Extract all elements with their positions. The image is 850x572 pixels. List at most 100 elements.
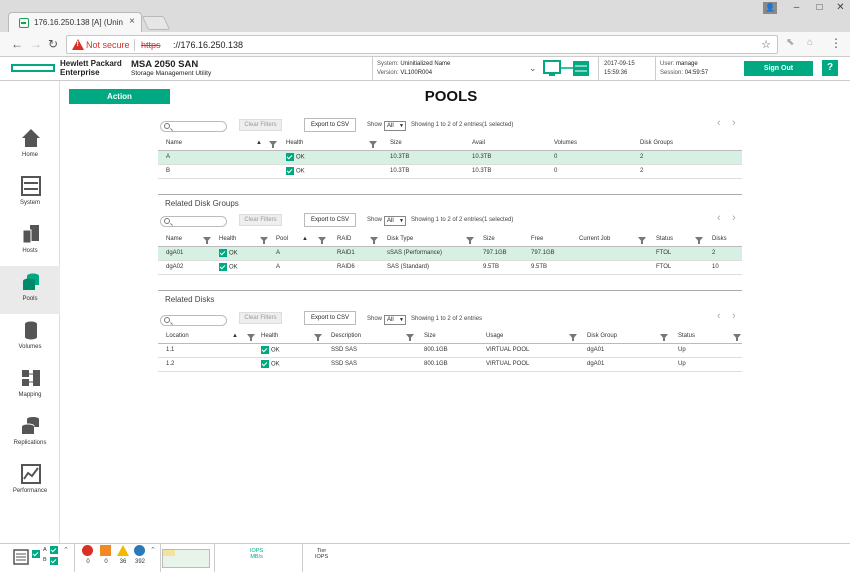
disk-groups-show-select[interactable]: All bbox=[384, 216, 406, 226]
prev-page-icon[interactable]: ‹ bbox=[717, 310, 721, 322]
col-usage[interactable]: Usage bbox=[478, 330, 579, 344]
table-row[interactable]: B OK 10.3TB 10.3TB 0 2 bbox=[158, 164, 742, 179]
warning-icon[interactable] bbox=[117, 545, 129, 556]
col-name[interactable]: Name bbox=[158, 233, 211, 247]
browser-tab[interactable]: 176.16.250.138 [A] (Unin × bbox=[8, 12, 142, 32]
nav-item-replications[interactable]: Replications bbox=[0, 410, 60, 458]
nav-item-hosts[interactable]: Hosts bbox=[0, 218, 60, 266]
chevron-down-icon[interactable]: ⌄ bbox=[529, 63, 537, 74]
filter-icon[interactable] bbox=[660, 334, 668, 341]
col-name[interactable]: Name ▲ bbox=[158, 137, 278, 151]
filter-icon[interactable] bbox=[638, 237, 646, 244]
chevron-up-icon[interactable]: ⌃ bbox=[63, 546, 69, 554]
col-raid[interactable]: RAID bbox=[329, 233, 379, 247]
error-icon[interactable] bbox=[100, 545, 111, 556]
pools-search-input[interactable] bbox=[160, 121, 227, 132]
tier-iops-label[interactable]: Tier IOPS bbox=[315, 548, 328, 560]
action-button[interactable]: Action bbox=[69, 89, 170, 104]
sort-icon[interactable]: ▲ bbox=[302, 236, 308, 242]
filter-icon[interactable] bbox=[260, 237, 268, 244]
acrobat-icon[interactable]: ⌂ bbox=[807, 37, 813, 48]
filter-icon[interactable] bbox=[733, 334, 741, 341]
enclosure-icon[interactable] bbox=[13, 549, 29, 565]
col-pool[interactable]: Pool ▲ bbox=[268, 233, 329, 247]
table-row[interactable]: 1.2 OK SSD SAS 800.1GB VIRTUAL POOL dgA0… bbox=[158, 357, 742, 372]
next-page-icon[interactable]: › bbox=[732, 310, 736, 322]
back-icon[interactable]: ← bbox=[11, 37, 23, 51]
prev-page-icon[interactable]: ‹ bbox=[717, 212, 721, 224]
col-health[interactable]: Health bbox=[278, 137, 382, 151]
filter-icon[interactable] bbox=[695, 237, 703, 244]
sign-out-button[interactable]: Sign Out bbox=[744, 61, 813, 76]
nav-item-system[interactable]: System bbox=[0, 170, 60, 218]
filter-icon[interactable] bbox=[269, 141, 277, 148]
filter-icon[interactable] bbox=[318, 237, 326, 244]
col-status[interactable]: Status bbox=[670, 330, 742, 344]
table-row[interactable]: dgA01 OK A RAID1 sSAS (Performance) 797.… bbox=[158, 246, 742, 261]
prev-page-icon[interactable]: ‹ bbox=[717, 117, 721, 129]
filter-icon[interactable] bbox=[370, 237, 378, 244]
col-size[interactable]: Size bbox=[416, 330, 478, 344]
col-disk-groups[interactable]: Disk Groups bbox=[632, 137, 742, 151]
nav-item-pools[interactable]: Pools bbox=[0, 266, 60, 314]
col-size[interactable]: Size bbox=[382, 137, 464, 151]
bookmark-star-icon[interactable]: ☆ bbox=[761, 38, 771, 51]
pools-export-csv-button[interactable]: Export to CSV bbox=[304, 118, 356, 132]
minimize-icon[interactable]: – bbox=[784, 0, 809, 16]
capacity-graph[interactable] bbox=[162, 549, 210, 568]
col-current-job[interactable]: Current Job bbox=[571, 233, 648, 247]
forward-icon[interactable]: → bbox=[30, 37, 42, 51]
disks-export-csv-button[interactable]: Export to CSV bbox=[304, 311, 356, 325]
connection-status-icon[interactable] bbox=[543, 60, 591, 77]
info-icon[interactable] bbox=[134, 545, 145, 556]
col-health[interactable]: Health bbox=[211, 233, 268, 247]
col-volumes[interactable]: Volumes bbox=[546, 137, 632, 151]
next-page-icon[interactable]: › bbox=[732, 212, 736, 224]
filter-icon[interactable] bbox=[369, 141, 377, 148]
sort-icon[interactable]: ▲ bbox=[256, 140, 262, 146]
iops-label[interactable]: IOPS MB/s bbox=[250, 548, 263, 560]
col-free[interactable]: Free bbox=[523, 233, 571, 247]
new-tab-button[interactable] bbox=[141, 16, 171, 30]
disks-clear-filters-button[interactable]: Clear Filters bbox=[239, 312, 282, 324]
col-disk-group[interactable]: Disk Group bbox=[579, 330, 670, 344]
table-row[interactable]: A OK 10.3TB 10.3TB 0 2 bbox=[158, 150, 742, 165]
col-size[interactable]: Size bbox=[475, 233, 523, 247]
next-page-icon[interactable]: › bbox=[732, 117, 736, 129]
col-disk-type[interactable]: Disk Type bbox=[379, 233, 475, 247]
reload-icon[interactable]: ↻ bbox=[48, 37, 58, 51]
nav-item-volumes[interactable]: Volumes bbox=[0, 314, 60, 362]
url-bar[interactable]: Not secure https ://176.16.250.138 ☆ bbox=[66, 35, 778, 54]
filter-icon[interactable] bbox=[314, 334, 322, 341]
col-disks[interactable]: Disks bbox=[704, 233, 742, 247]
extension-icon[interactable]: ⬉ bbox=[786, 37, 794, 48]
col-description[interactable]: Description bbox=[323, 330, 416, 344]
nav-item-performance[interactable]: Performance bbox=[0, 458, 60, 506]
disks-show-select[interactable]: All bbox=[384, 315, 406, 325]
nav-item-mapping[interactable]: Mapping bbox=[0, 362, 60, 410]
pools-clear-filters-button[interactable]: Clear Filters bbox=[239, 119, 282, 131]
disk-groups-search-input[interactable] bbox=[160, 216, 227, 227]
col-health[interactable]: Health bbox=[253, 330, 323, 344]
col-avail[interactable]: Avail bbox=[464, 137, 546, 151]
filter-icon[interactable] bbox=[406, 334, 414, 341]
critical-icon[interactable] bbox=[82, 545, 93, 556]
disks-search-input[interactable] bbox=[160, 315, 227, 326]
table-row[interactable]: dgA02 OK A RAID6 SAS (Standard) 9.5TB 9.… bbox=[158, 260, 742, 275]
filter-icon[interactable] bbox=[203, 237, 211, 244]
col-location[interactable]: Location ▲ bbox=[158, 330, 255, 344]
table-row[interactable]: 1.1 OK SSD SAS 800.1GB VIRTUAL POOL dgA0… bbox=[158, 343, 742, 358]
close-tab-icon[interactable]: × bbox=[129, 16, 135, 27]
filter-icon[interactable] bbox=[466, 237, 474, 244]
chevron-up-icon[interactable]: ⌃ bbox=[150, 546, 156, 554]
help-button[interactable]: ? bbox=[822, 60, 838, 76]
pools-show-select[interactable]: All bbox=[384, 121, 406, 131]
window-close-icon[interactable]: ✕ bbox=[828, 0, 850, 16]
profile-icon[interactable]: 👤 bbox=[763, 2, 777, 14]
sort-icon[interactable]: ▲ bbox=[232, 333, 238, 339]
disk-groups-clear-filters-button[interactable]: Clear Filters bbox=[239, 214, 282, 226]
menu-icon[interactable]: ⋮ bbox=[830, 36, 842, 50]
disk-groups-export-csv-button[interactable]: Export to CSV bbox=[304, 213, 356, 227]
col-status[interactable]: Status bbox=[648, 233, 704, 247]
filter-icon[interactable] bbox=[569, 334, 577, 341]
